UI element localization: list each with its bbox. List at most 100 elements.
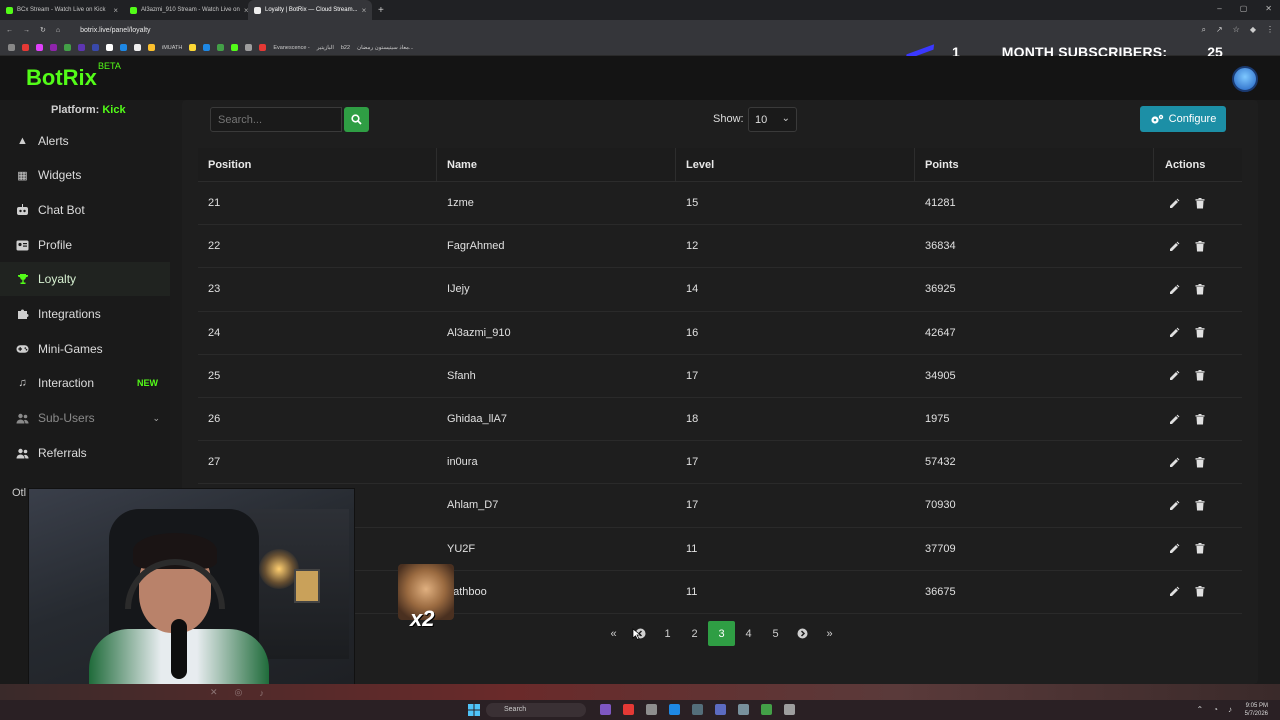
close-tab-icon[interactable]: × bbox=[362, 6, 367, 15]
bookmark-icon[interactable] bbox=[64, 44, 71, 51]
delete-trash-icon[interactable] bbox=[1193, 456, 1206, 469]
bookmark-icon[interactable] bbox=[92, 44, 99, 51]
extensions-icon[interactable]: ◆ bbox=[1250, 25, 1256, 35]
bookmark-icon[interactable] bbox=[106, 44, 113, 51]
page-button[interactable]: 1 bbox=[654, 621, 681, 646]
sidebar-item-profile[interactable]: Profile bbox=[0, 228, 170, 262]
sidebar-item-loyalty[interactable]: Loyalty bbox=[0, 262, 170, 296]
avatar[interactable] bbox=[1232, 66, 1258, 92]
zoom-icon[interactable]: ⌕ bbox=[1201, 25, 1205, 35]
taskbar-search[interactable]: Search bbox=[486, 703, 586, 717]
forward-icon[interactable]: → bbox=[23, 27, 30, 34]
browser-tab-1[interactable]: BCx Stream - Watch Live on Kick × bbox=[0, 0, 124, 20]
share-icon[interactable]: ↗ bbox=[1216, 25, 1223, 35]
new-tab-icon[interactable]: + bbox=[372, 5, 390, 16]
close-window-icon[interactable]: ✕ bbox=[1265, 4, 1272, 13]
page-button[interactable]: 2 bbox=[681, 621, 708, 646]
brave-icon[interactable] bbox=[623, 704, 634, 715]
sidebar-item-interaction[interactable]: ♫ Interaction NEW bbox=[0, 366, 170, 400]
volume-icon[interactable]: ♪ bbox=[1228, 705, 1232, 714]
back-icon[interactable]: ← bbox=[6, 27, 13, 34]
sidebar-item-integrations[interactable]: Integrations bbox=[0, 297, 170, 331]
search-input[interactable] bbox=[210, 107, 342, 132]
wifi-icon[interactable]: ◔ bbox=[1213, 705, 1218, 714]
apps-icon[interactable] bbox=[8, 44, 15, 51]
bookmark-icon[interactable] bbox=[36, 44, 43, 51]
windows-start-icon[interactable] bbox=[468, 704, 480, 716]
last-page-button[interactable]: » bbox=[816, 621, 843, 646]
edit-pencil-icon[interactable] bbox=[1168, 369, 1181, 382]
sidebar-item-widgets[interactable]: ▦ Widgets bbox=[0, 158, 170, 192]
bookmark-icon[interactable] bbox=[189, 44, 197, 51]
app-icon[interactable] bbox=[600, 704, 611, 715]
app-icon[interactable] bbox=[692, 704, 703, 715]
bookmark-icon[interactable] bbox=[259, 44, 267, 51]
settings-icon[interactable] bbox=[738, 704, 749, 715]
bookmark-link[interactable]: b22 bbox=[341, 45, 350, 51]
bookmark-icon[interactable] bbox=[78, 44, 85, 51]
bookmark-icon[interactable] bbox=[231, 44, 239, 51]
delete-trash-icon[interactable] bbox=[1193, 369, 1206, 382]
menu-icon[interactable]: ⋮ bbox=[1266, 25, 1274, 35]
browser-tab-2[interactable]: Al3azmi_910 Stream - Watch Live on × bbox=[124, 0, 248, 20]
edit-pencil-icon[interactable] bbox=[1168, 499, 1181, 512]
bookmark-icon[interactable] bbox=[50, 44, 57, 51]
delete-trash-icon[interactable] bbox=[1193, 326, 1206, 339]
app-icon[interactable] bbox=[646, 704, 657, 715]
bookmark-link[interactable]: البازيتير bbox=[317, 45, 334, 51]
column-header-level[interactable]: Level bbox=[686, 159, 714, 171]
minimize-icon[interactable]: – bbox=[1217, 4, 1221, 13]
taskbar-clock[interactable]: 9:05 PM 5/7/2026 bbox=[1245, 702, 1268, 718]
bookmark-icon[interactable] bbox=[217, 44, 225, 51]
discord-icon[interactable] bbox=[715, 704, 726, 715]
edit-pencil-icon[interactable] bbox=[1168, 197, 1181, 210]
edit-pencil-icon[interactable] bbox=[1168, 456, 1181, 469]
page-button-current[interactable]: 3 bbox=[708, 621, 735, 646]
page-button[interactable]: 4 bbox=[735, 621, 762, 646]
botrix-logo[interactable]: BotRix BETA bbox=[26, 61, 121, 91]
column-header-position[interactable]: Position bbox=[208, 159, 251, 171]
sidebar-item-mini-games[interactable]: Mini-Games bbox=[0, 332, 170, 366]
bookmark-icon[interactable] bbox=[120, 44, 127, 51]
column-header-name[interactable]: Name bbox=[447, 159, 477, 171]
delete-trash-icon[interactable] bbox=[1193, 413, 1206, 426]
bookmark-star-icon[interactable]: ☆ bbox=[1233, 25, 1240, 35]
delete-trash-icon[interactable] bbox=[1193, 542, 1206, 555]
bookmark-icon[interactable] bbox=[245, 44, 253, 51]
bookmark-icon[interactable] bbox=[203, 44, 211, 51]
bookmark-link[interactable]: iMUATH bbox=[162, 45, 182, 51]
search-button[interactable] bbox=[344, 107, 369, 132]
app-icon[interactable] bbox=[761, 704, 772, 715]
reload-icon[interactable]: ↻ bbox=[40, 26, 46, 34]
bookmark-link[interactable]: معاذ سيتيستون رمضان... bbox=[357, 45, 414, 51]
url-field[interactable]: botrix.live/panel/loyalty bbox=[80, 27, 150, 34]
column-header-points[interactable]: Points bbox=[925, 159, 959, 171]
edit-pencil-icon[interactable] bbox=[1168, 585, 1181, 598]
edit-pencil-icon[interactable] bbox=[1168, 240, 1181, 253]
sidebar-item-referrals[interactable]: Referrals bbox=[0, 436, 170, 470]
close-tab-icon[interactable]: × bbox=[113, 6, 118, 15]
sidebar-item-alerts[interactable]: ▲ Alerts bbox=[0, 124, 170, 158]
bookmark-icon[interactable] bbox=[134, 44, 141, 51]
page-button[interactable]: 5 bbox=[762, 621, 789, 646]
delete-trash-icon[interactable] bbox=[1193, 240, 1206, 253]
app-icon[interactable] bbox=[784, 704, 795, 715]
next-page-button[interactable] bbox=[789, 621, 816, 646]
delete-trash-icon[interactable] bbox=[1193, 585, 1206, 598]
steam-icon[interactable] bbox=[669, 704, 680, 715]
edit-pencil-icon[interactable] bbox=[1168, 283, 1181, 296]
edit-pencil-icon[interactable] bbox=[1168, 413, 1181, 426]
delete-trash-icon[interactable] bbox=[1193, 283, 1206, 296]
bookmark-icon[interactable] bbox=[22, 44, 29, 51]
bookmark-icon[interactable] bbox=[148, 44, 155, 51]
browser-tab-3-active[interactable]: Loyalty | BotRix — Cloud Stream... × bbox=[248, 0, 372, 20]
sidebar-item-chat-bot[interactable]: Chat Bot bbox=[0, 193, 170, 227]
edit-pencil-icon[interactable] bbox=[1168, 326, 1181, 339]
maximize-icon[interactable]: ▢ bbox=[1240, 4, 1248, 13]
sidebar-item-sub-users[interactable]: Sub-Users ⌄ bbox=[0, 401, 170, 435]
home-icon[interactable]: ⌂ bbox=[56, 27, 60, 34]
edit-pencil-icon[interactable] bbox=[1168, 542, 1181, 555]
first-page-button[interactable]: « bbox=[600, 621, 627, 646]
delete-trash-icon[interactable] bbox=[1193, 197, 1206, 210]
configure-button[interactable]: Configure bbox=[1140, 106, 1226, 132]
